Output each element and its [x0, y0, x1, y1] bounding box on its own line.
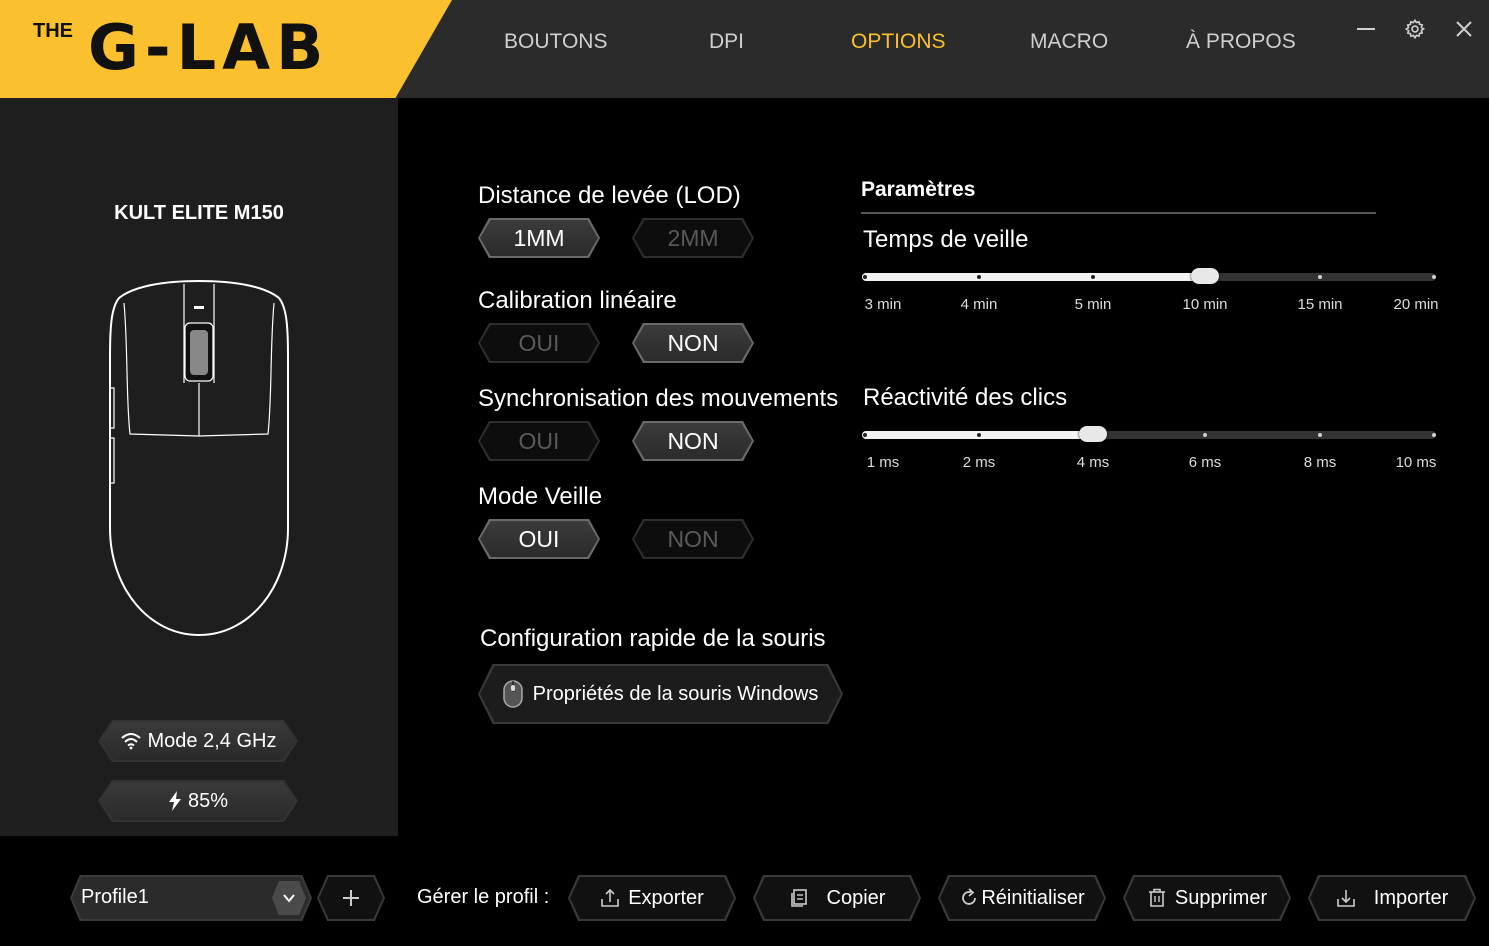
click-response-stop[interactable]	[1203, 433, 1207, 437]
click-response-stop[interactable]	[1318, 433, 1322, 437]
tab-a-propos[interactable]: À PROPOS	[1186, 30, 1296, 54]
sleep-time-tick-label: 3 min	[864, 296, 902, 313]
click-response-slider[interactable]	[862, 426, 1436, 442]
linear-calibration-label: Calibration linéaire	[478, 287, 677, 314]
click-response-tick-label: 10 ms	[1395, 454, 1437, 471]
export-icon	[601, 888, 620, 907]
sleep-time-slider[interactable]	[862, 268, 1436, 284]
tab-options[interactable]: OPTIONS	[851, 30, 946, 54]
gear-icon[interactable]	[1400, 14, 1430, 44]
copy-button[interactable]: Copier	[753, 875, 921, 921]
battery-badge: 85%	[98, 780, 298, 822]
chevron-down-icon[interactable]	[272, 881, 306, 915]
tab-macro[interactable]: MACRO	[1030, 30, 1108, 54]
sleep-time-label: Temps de veille	[863, 226, 1029, 253]
click-response-stop[interactable]	[977, 433, 981, 437]
settings-divider	[861, 212, 1376, 214]
motion-sync-oui-button[interactable]: OUI	[478, 421, 600, 461]
wifi-icon	[120, 733, 141, 750]
lod-label: Distance de levée (LOD)	[478, 182, 741, 209]
sleep-time-fill	[862, 273, 1207, 281]
title-bar: THE G-LAB BOUTONS DPI OPTIONS MACRO À PR…	[0, 0, 1489, 98]
tab-dpi[interactable]: DPI	[709, 30, 744, 54]
sleep-time-tick-label: 5 min	[1074, 296, 1112, 313]
mouse-illustration	[109, 279, 289, 637]
lod-2mm-button[interactable]: 2MM	[632, 218, 754, 258]
logo-small-text: THE	[33, 20, 73, 42]
manage-profile-label: Gérer le profil :	[417, 886, 550, 908]
windows-mouse-properties-button[interactable]: Propriétés de la souris Windows	[478, 664, 843, 724]
click-response-tick-label: 8 ms	[1303, 454, 1337, 471]
sleep-time-stop[interactable]	[977, 275, 981, 279]
reset-button[interactable]: Réinitialiser	[938, 875, 1106, 921]
import-icon	[1336, 890, 1355, 907]
delete-button[interactable]: Supprimer	[1123, 875, 1291, 921]
sleep-mode-oui-button[interactable]: OUI	[478, 519, 600, 559]
sleep-mode-non-button[interactable]: NON	[632, 519, 754, 559]
sleep-time-tick-label: 10 min	[1182, 296, 1228, 313]
close-icon[interactable]	[1449, 14, 1479, 44]
windows-mouse-properties-label: Propriétés de la souris Windows	[532, 682, 819, 705]
sleep-time-stop[interactable]	[1432, 275, 1436, 279]
lod-1mm-button[interactable]: 1MM	[478, 218, 600, 258]
sleep-mode-label: Mode Veille	[478, 483, 603, 510]
sleep-time-stop[interactable]	[1318, 275, 1322, 279]
reset-icon	[962, 888, 977, 905]
export-button[interactable]: Exporter	[568, 875, 736, 921]
sleep-time-tick-label: 4 min	[960, 296, 998, 313]
click-response-label: Réactivité des clics	[863, 384, 1068, 411]
connection-mode-badge: Mode 2,4 GHz	[98, 720, 298, 762]
sleep-time-tick-label: 20 min	[1393, 296, 1439, 313]
click-response-stop[interactable]	[863, 433, 867, 437]
sleep-time-stop[interactable]	[1091, 275, 1095, 279]
profile-dropdown[interactable]: Profile1	[70, 875, 312, 921]
tab-boutons[interactable]: BOUTONS	[504, 30, 607, 54]
plus-icon	[343, 890, 359, 906]
copy-icon	[790, 889, 807, 907]
click-response-tick-label: 2 ms	[962, 454, 996, 471]
minimize-icon[interactable]	[1351, 14, 1381, 44]
connection-mode-text: Mode 2,4 GHz	[147, 729, 277, 752]
motion-sync-non-button[interactable]: NON	[632, 421, 754, 461]
lightning-icon	[168, 791, 181, 811]
logo: G-LAB	[88, 11, 330, 84]
click-response-thumb[interactable]	[1079, 426, 1107, 442]
sleep-time-thumb[interactable]	[1191, 268, 1219, 284]
device-name: KULT ELITE M150	[114, 202, 284, 224]
linear-calibration-non-button[interactable]: NON	[632, 323, 754, 363]
settings-title: Paramètres	[861, 178, 976, 201]
battery-level: 85%	[187, 789, 229, 812]
sleep-time-stop[interactable]	[863, 275, 867, 279]
mouse-icon	[502, 680, 523, 708]
click-response-tick-label: 6 ms	[1188, 454, 1222, 471]
sleep-time-tick-label: 15 min	[1297, 296, 1343, 313]
linear-calibration-oui-button[interactable]: OUI	[478, 323, 600, 363]
trash-icon	[1148, 888, 1165, 907]
import-button[interactable]: Importer	[1308, 875, 1476, 921]
device-panel: KULT ELITE M150 Mode 2,4 GHz 85%	[0, 98, 398, 836]
quick-config-label: Configuration rapide de la souris	[480, 625, 826, 652]
click-response-tick-label: 1 ms	[866, 454, 900, 471]
click-response-tick-label: 4 ms	[1076, 454, 1110, 471]
add-profile-button[interactable]	[317, 875, 385, 921]
profile-name: Profile1	[81, 886, 149, 908]
click-response-stop[interactable]	[1432, 433, 1436, 437]
motion-sync-label: Synchronisation des mouvements	[478, 385, 839, 412]
